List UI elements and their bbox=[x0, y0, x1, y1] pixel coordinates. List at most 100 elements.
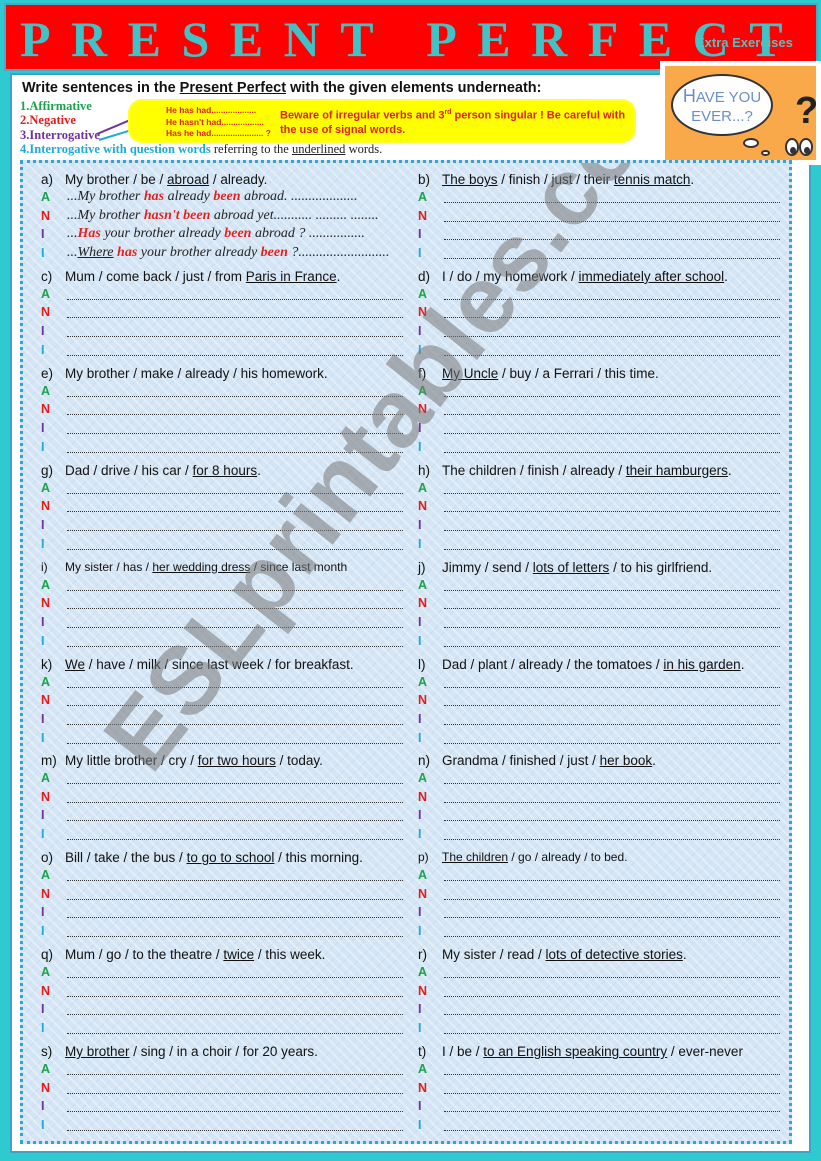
answer-blank-line[interactable] bbox=[444, 645, 780, 647]
answer-blank-line[interactable] bbox=[444, 686, 780, 688]
prompt-text: / this morning. bbox=[274, 850, 363, 866]
answer-blank-line[interactable] bbox=[444, 492, 780, 494]
answer-blank-line[interactable] bbox=[67, 880, 403, 882]
answer-blank-line[interactable] bbox=[67, 1130, 403, 1132]
answer-blank-line[interactable] bbox=[444, 1092, 780, 1094]
prompt-text: / this week. bbox=[254, 947, 326, 963]
answer-type-label: I bbox=[41, 711, 45, 726]
answer-row: I bbox=[41, 343, 403, 361]
answer-blank-line[interactable] bbox=[67, 1092, 403, 1094]
exercise-letter: j) bbox=[418, 559, 426, 575]
exercise-prompt: e) My brother / make / already / his home… bbox=[41, 366, 328, 381]
answer-row: I bbox=[418, 1002, 780, 1020]
answer-blank-line[interactable] bbox=[444, 839, 780, 841]
answer-blank-line[interactable] bbox=[444, 626, 780, 628]
answer-type-label: A bbox=[41, 190, 51, 204]
answer-blank-line[interactable] bbox=[67, 839, 403, 841]
answer-blank-line[interactable] bbox=[67, 742, 403, 744]
answer-blank-line[interactable] bbox=[444, 1130, 780, 1132]
answer-blank-line[interactable] bbox=[444, 801, 780, 803]
answer-blank-line[interactable] bbox=[444, 220, 780, 222]
answer-blank-line[interactable] bbox=[444, 354, 780, 356]
answer-type-label: I bbox=[41, 420, 45, 435]
answer-blank-line[interactable] bbox=[67, 1033, 403, 1035]
answer-blank-line[interactable] bbox=[444, 608, 780, 610]
answer-blank-line[interactable] bbox=[67, 686, 403, 688]
answer-blank-line[interactable] bbox=[444, 705, 780, 706]
answer-type-label: A bbox=[418, 383, 428, 398]
underlined-cue: Paris in France bbox=[245, 268, 337, 284]
answer-blank-line[interactable] bbox=[444, 783, 780, 785]
exercise-letter: b) bbox=[418, 172, 431, 187]
answer-blank-line[interactable] bbox=[67, 511, 403, 513]
answer-blank-line[interactable] bbox=[67, 1111, 403, 1113]
answer-blank-line[interactable] bbox=[444, 1033, 780, 1035]
answer-blank-line[interactable] bbox=[444, 589, 780, 591]
form-negative: He hasn't had.................. bbox=[166, 116, 264, 127]
answer-dots: . ................... bbox=[284, 189, 358, 204]
exercise-item: i) My sister / has / her wedding dress / … bbox=[41, 560, 411, 656]
answer-blank-line[interactable] bbox=[444, 1111, 780, 1113]
exercise-letter: t) bbox=[418, 1044, 427, 1060]
answer-blank-line[interactable] bbox=[444, 432, 780, 434]
answer-blank-line[interactable] bbox=[444, 414, 780, 416]
answer-blank-line[interactable] bbox=[444, 723, 780, 725]
answer-blank-line[interactable] bbox=[444, 202, 780, 203]
answer-blank-line[interactable] bbox=[67, 589, 403, 591]
answer-blank-line[interactable] bbox=[67, 705, 403, 706]
answer-blank-line[interactable] bbox=[444, 335, 780, 337]
answer-blank-line[interactable] bbox=[67, 335, 403, 337]
answer-blank-line[interactable] bbox=[444, 820, 780, 822]
answer-blank-line[interactable] bbox=[67, 414, 403, 416]
answer-blank-line[interactable] bbox=[444, 1014, 780, 1016]
answer-blank-line[interactable] bbox=[444, 880, 780, 882]
answer-blank-line[interactable] bbox=[444, 298, 780, 300]
answer-blank-line[interactable] bbox=[67, 492, 403, 494]
answer-blank-line[interactable] bbox=[444, 395, 780, 397]
answer-blank-line[interactable] bbox=[444, 511, 780, 513]
prompt-text: The children / finish / already / bbox=[442, 462, 626, 478]
answer-blank-line[interactable] bbox=[67, 820, 403, 822]
answer-blank-line[interactable] bbox=[67, 608, 403, 610]
answer-blank-line[interactable] bbox=[67, 723, 403, 725]
answer-blank-line[interactable] bbox=[67, 977, 403, 979]
answer-blank-line[interactable] bbox=[67, 645, 403, 647]
prompt-text: My sister / has / bbox=[65, 559, 153, 574]
answer-blank-line[interactable] bbox=[444, 258, 780, 259]
answer-blank-line[interactable] bbox=[444, 917, 780, 919]
answer-blank-line[interactable] bbox=[67, 995, 403, 997]
answer-blank-line[interactable] bbox=[67, 432, 403, 434]
answer-blank-line[interactable] bbox=[444, 977, 780, 979]
answer-blank-line[interactable] bbox=[67, 298, 403, 300]
answer-blank-line[interactable] bbox=[444, 548, 780, 550]
answer-blank-line[interactable] bbox=[67, 1074, 403, 1076]
answer-type-label: N bbox=[418, 305, 428, 320]
answer-blank-line[interactable] bbox=[67, 801, 403, 803]
answer-blank-line[interactable] bbox=[444, 529, 780, 531]
exercise-item: l) Dad / plant / already / the tomatoes /… bbox=[418, 657, 788, 753]
answer-row: N bbox=[41, 887, 403, 905]
answer-blank-line[interactable] bbox=[444, 898, 780, 900]
answer-blank-line[interactable] bbox=[67, 1014, 403, 1016]
answer-blank-line[interactable] bbox=[444, 995, 780, 997]
answer-blank-line[interactable] bbox=[67, 548, 403, 550]
answer-blank-line[interactable] bbox=[67, 783, 403, 785]
answer-blank-line[interactable] bbox=[67, 529, 403, 531]
answer-blank-line[interactable] bbox=[67, 898, 403, 900]
answer-blank-line[interactable] bbox=[67, 395, 403, 397]
answer-blank-line[interactable] bbox=[444, 742, 780, 744]
underlined-cue: The boys bbox=[442, 172, 498, 187]
answer-blank-line[interactable] bbox=[444, 1074, 780, 1076]
answer-blank-line[interactable] bbox=[67, 317, 403, 319]
answer-blank-line[interactable] bbox=[67, 451, 403, 453]
answer-blank-line[interactable] bbox=[67, 917, 403, 919]
callout-note: Beware of irregular verbs and 3rd person… bbox=[280, 106, 630, 138]
answer-blank-line[interactable] bbox=[67, 626, 403, 628]
answer-row: I bbox=[41, 634, 403, 652]
answer-blank-line[interactable] bbox=[444, 239, 780, 240]
answer-blank-line[interactable] bbox=[444, 451, 780, 453]
answer-blank-line[interactable] bbox=[444, 317, 780, 319]
answer-blank-line[interactable] bbox=[67, 936, 403, 938]
answer-blank-line[interactable] bbox=[444, 936, 780, 938]
answer-blank-line[interactable] bbox=[67, 354, 403, 356]
